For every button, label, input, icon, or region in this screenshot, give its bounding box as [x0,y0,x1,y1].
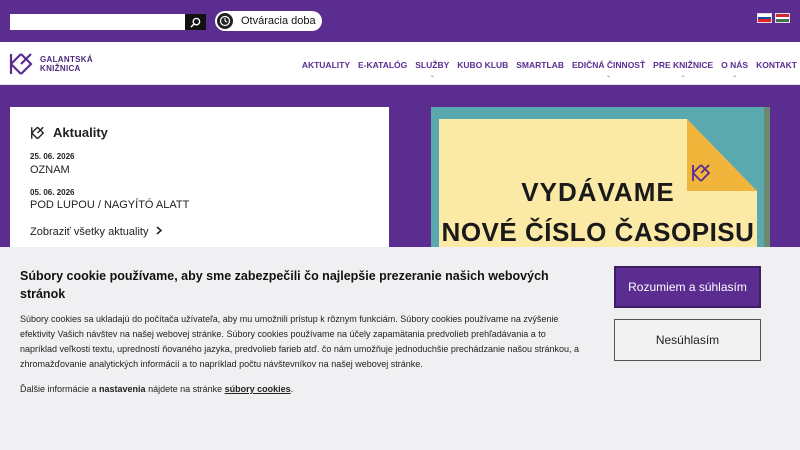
news-title: Aktuality [53,125,108,140]
all-news-link[interactable]: Zobraziť všetky aktuality [30,226,163,238]
banner-headline-2: NOVÉ ČÍSLO ČASOPISU [441,217,755,247]
nav-item-smartlab[interactable]: SMARTLAB [516,42,564,70]
nav-item-label: SMARTLAB [516,60,564,70]
cookie-description: Súbory cookies sa ukladajú do počítača u… [20,314,580,369]
chevron-down-icon: ⌄ [680,73,686,79]
flag-sk-icon[interactable] [757,13,772,23]
nav-item-label: KUBO KLUB [457,60,509,70]
banner-headline-1: VYDÁVAME [521,177,675,207]
nav-item-label: O NÁS [721,60,749,70]
news-date: 25. 06. 2026 [30,152,75,161]
nav-item-label: EDIČNÁ ČINNOSŤ [571,60,646,70]
library-logo-icon [31,126,45,139]
nav-item-label: E-KATALÓG [358,60,408,70]
cookie-settings-link[interactable]: nastavenia [99,384,146,394]
nav-item-aktuality[interactable]: AKTUALITY [302,42,350,70]
promo-banner[interactable]: VYDÁVAME NOVÉ ČÍSLO ČASOPISU [431,107,764,267]
nav-item-label: SLUŽBY [415,60,450,70]
cookie-more-prefix: Ďalšie informácie a [20,384,100,394]
all-news-label: Zobraziť všetky aktuality [30,226,149,238]
cookie-more-middle: nájdete na stránke [145,384,225,394]
nav-item-pre-kni-nice[interactable]: PRE KNIŽNICE ⌄ [653,42,714,79]
chevron-down-icon: ⌄ [732,73,738,79]
language-switcher [757,13,790,23]
cookie-policy-link[interactable]: súbory cookies [225,384,291,394]
nav-item-label: PRE KNIŽNICE [653,60,714,70]
nav-item-kontakt[interactable]: KONTAKT [756,42,797,70]
nav-item-o-n-s[interactable]: O NÁS ⌄ [721,42,749,79]
main-nav: AKTUALITY E-KATALÓG SLUŽBY ⌄ KUBO KLUB SMARTL… [294,42,797,85]
banner-paper: VYDÁVAME NOVÉ ČÍSLO ČASOPISU [439,119,757,267]
news-item-link[interactable]: OZNAM [30,164,70,176]
search-icon [190,17,201,28]
flag-hu-icon[interactable] [775,13,790,23]
top-bar: Otváracia doba [0,0,800,42]
cookie-more-suffix: . [290,384,294,394]
chevron-right-icon [156,226,162,235]
chevron-down-icon: ⌄ [429,73,435,79]
chevron-down-icon: ⌄ [606,73,612,79]
search-input[interactable] [10,14,185,30]
nav-item-e-katal-g[interactable]: E-KATALÓG [358,42,407,70]
logo-line2: KNIŽNICA [40,64,81,73]
news-item-link[interactable]: POD LUPOU / NAGYÍTÓ ALATT [30,199,189,211]
reject-cookies-button[interactable]: Nesúhlasím [614,319,761,361]
search-button[interactable] [185,14,206,30]
logo-line1: GALANTSKÁ [40,55,93,64]
opening-hours-label: Otváracia doba [241,15,316,27]
cookie-more-info: Ďalšie informácie a nastavenia nájdete n… [20,384,293,394]
library-logo-icon [9,53,33,75]
banner-edge [764,107,770,267]
opening-hours-button[interactable]: Otváracia doba [215,11,322,31]
logo[interactable]: GALANTSKÁ KNIŽNICA [8,52,93,76]
nav-item-edi-n-innos-[interactable]: EDIČNÁ ČINNOSŤ ⌄ [571,42,646,79]
news-card: Aktuality 25. 06. 2026 OZNAM 05. 06. 202… [10,107,389,267]
header: GALANTSKÁ KNIŽNICA AKTUALITY E-KATALÓG SLU… [0,42,800,85]
news-date: 05. 06. 2026 [30,188,75,197]
nav-item-label: AKTUALITY [301,60,350,70]
nav-item-slu-by[interactable]: SLUŽBY ⌄ [415,42,450,79]
nav-item-kubo-klub[interactable]: KUBO KLUB [457,42,508,70]
cookie-title: Súbory cookie používame, aby sme zabezpe… [20,269,549,301]
accept-cookies-button[interactable]: Rozumiem a súhlasím [614,266,761,308]
clock-icon [217,13,233,29]
nav-item-label: KONTAKT [756,60,797,70]
